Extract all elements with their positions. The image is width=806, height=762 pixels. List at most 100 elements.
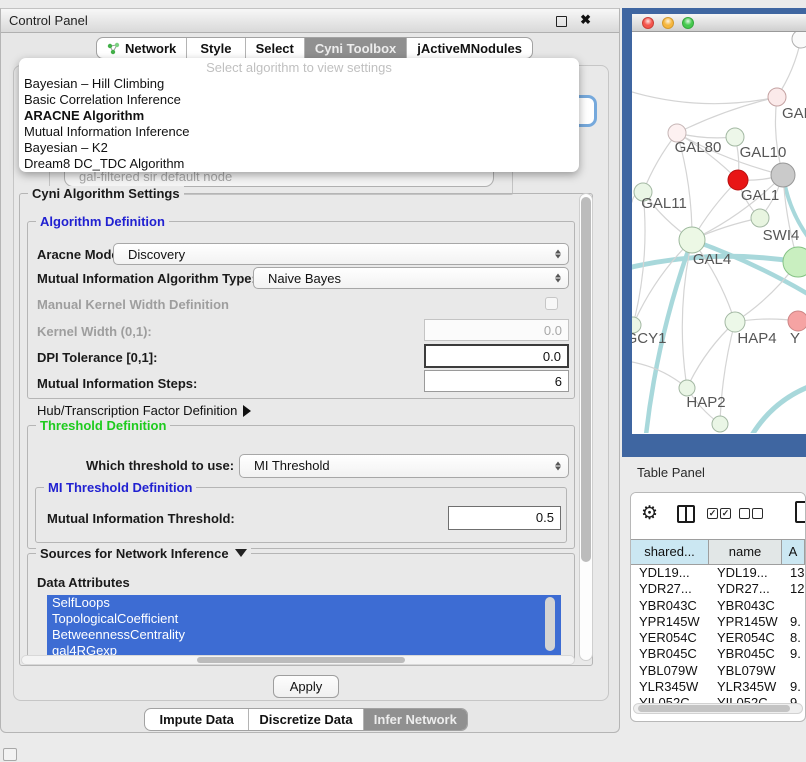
table-row[interactable]: YBL079WYBL079W xyxy=(631,663,805,679)
mi-steps-field[interactable]: 6 xyxy=(424,370,569,392)
aracne-mode-combo[interactable]: Discovery xyxy=(113,243,569,265)
network-node-hap4[interactable] xyxy=(725,312,745,332)
tab-style[interactable]: Style xyxy=(187,38,245,58)
table-horizontal-scrollbar[interactable] xyxy=(633,703,803,714)
attribute-item[interactable]: SelfLoops xyxy=(47,595,561,611)
minimized-panel-icon[interactable] xyxy=(3,748,17,761)
node-label: GCY1 xyxy=(632,330,666,347)
column-header[interactable]: name xyxy=(709,540,782,564)
table-cell: YBL079W xyxy=(709,663,782,679)
tab-impute-data[interactable]: Impute Data xyxy=(145,709,249,730)
unchecked-checkbox-icon[interactable] xyxy=(752,508,763,519)
algorithm-option[interactable]: ARACNE Algorithm xyxy=(19,108,579,124)
tab-infer-network[interactable]: Infer Network xyxy=(364,709,467,730)
settings-horizontal-scrollbar[interactable] xyxy=(21,655,575,665)
network-edge[interactable] xyxy=(632,92,777,104)
attribute-item[interactable]: TopologicalCoefficient xyxy=(47,611,561,627)
algorithm-definition-title: Algorithm Definition xyxy=(36,214,169,229)
float-window-icon[interactable] xyxy=(556,16,567,27)
attribute-item[interactable]: BetweennessCentrality xyxy=(47,627,561,643)
checked-checkbox-icon[interactable]: ✓ xyxy=(720,508,731,519)
attribute-list-scrollbar[interactable] xyxy=(545,597,555,651)
tab-label: Style xyxy=(200,41,231,56)
table-cell: YBR045C xyxy=(631,646,709,662)
algorithm-dropdown: Select algorithm to view settings Bayesi… xyxy=(19,58,579,172)
tab-label: Discretize Data xyxy=(259,712,352,727)
tab-network[interactable]: Network xyxy=(97,38,187,58)
control-panel-titlebar[interactable]: Control Panel ✖ xyxy=(1,9,619,33)
table-cell: 13 xyxy=(782,565,805,581)
table-panel-title: Table Panel xyxy=(637,465,705,480)
manual-kernel-checkbox[interactable] xyxy=(545,297,558,310)
table-row[interactable]: YLR345WYLR345W9. xyxy=(631,679,805,695)
tab-jactivemnodules[interactable]: jActiveMNodules xyxy=(407,38,532,58)
algorithm-dropdown-placeholder: Select algorithm to view settings xyxy=(19,58,579,76)
column-header[interactable]: A xyxy=(782,540,805,564)
network-window[interactable]: GALGAL80GAL10GAL1GAL11SWI4GAL4GCY1HAP4YH… xyxy=(632,14,806,434)
algorithm-option[interactable]: Dream8 DC_TDC Algorithm xyxy=(19,156,579,172)
network-node[interactable] xyxy=(771,163,795,187)
tab-label: Network xyxy=(125,41,176,56)
tab-select[interactable]: Select xyxy=(246,38,305,58)
algorithm-option[interactable]: Bayesian – Hill Climbing xyxy=(19,76,579,92)
apply-button[interactable]: Apply xyxy=(273,675,339,698)
expand-down-icon xyxy=(235,549,247,557)
algorithm-option[interactable]: Basic Correlation Inference xyxy=(19,92,579,108)
control-panel-window: Control Panel ✖ Network Style SelectCyni T… xyxy=(0,8,620,733)
unchecked-checkbox-icon[interactable] xyxy=(739,508,750,519)
tab-label: Infer Network xyxy=(374,712,457,727)
gear-icon[interactable]: ⚙ xyxy=(641,502,658,525)
node-label: HAP2 xyxy=(686,394,725,411)
which-threshold-value: MI Threshold xyxy=(254,458,330,473)
close-traffic-light-icon[interactable] xyxy=(642,17,654,29)
mi-threshold-field[interactable]: 0.5 xyxy=(448,506,561,530)
minimize-traffic-light-icon[interactable] xyxy=(662,17,674,29)
network-edge[interactable] xyxy=(643,133,677,192)
tab-discretize-data[interactable]: Discretize Data xyxy=(249,709,363,730)
tab-cyni-toolbox[interactable]: Cyni Toolbox xyxy=(305,38,407,58)
table-cell: YBL079W xyxy=(631,663,709,679)
split-columns-icon[interactable] xyxy=(677,505,695,523)
mi-threshold-title: MI Threshold Definition xyxy=(44,480,196,495)
table-row[interactable]: YDL19...YDL19...13 xyxy=(631,565,805,581)
network-node[interactable] xyxy=(712,416,728,432)
network-node-y[interactable] xyxy=(788,311,806,331)
data-attributes-list: SelfLoopsTopologicalCoefficientBetweenne… xyxy=(47,595,561,655)
dpi-tolerance-field[interactable]: 0.0 xyxy=(424,344,569,368)
which-threshold-combo[interactable]: MI Threshold xyxy=(239,454,569,478)
table-row[interactable]: YDR27...YDR27...12 xyxy=(631,581,805,597)
hub-definition-toggle[interactable]: Hub/Transcription Factor Definition xyxy=(37,403,251,418)
network-edge[interactable] xyxy=(752,387,806,433)
table-row[interactable]: YIL052CYIL052C9. xyxy=(631,695,805,703)
network-edge[interactable] xyxy=(632,362,687,388)
table-cell: YIL052C xyxy=(631,695,709,703)
algorithm-option[interactable]: Mutual Information Inference xyxy=(19,124,579,140)
network-node-gal[interactable] xyxy=(768,88,786,106)
table-row[interactable]: YPR145WYPR145W9. xyxy=(631,614,805,630)
table-cell: YDR27... xyxy=(709,581,782,597)
settings-vertical-scrollbar[interactable] xyxy=(579,193,593,661)
network-window-titlebar[interactable] xyxy=(632,14,806,32)
column-header[interactable]: shared... xyxy=(631,540,709,564)
zoom-traffic-light-icon[interactable] xyxy=(682,17,694,29)
sources-title[interactable]: Sources for Network Inference xyxy=(36,546,251,561)
close-icon[interactable]: ✖ xyxy=(580,12,591,28)
cyni-bottom-tab-bar: Impute Data Discretize Data Infer Network xyxy=(144,708,468,731)
algorithm-option[interactable]: Bayesian – K2 xyxy=(19,140,579,156)
network-node-swi4[interactable] xyxy=(751,209,769,227)
kernel-width-field[interactable]: 0.0 xyxy=(424,319,569,341)
table-row[interactable]: YBR045CYBR045C9. xyxy=(631,646,805,662)
attribute-item[interactable]: gal4RGexp xyxy=(47,643,561,655)
network-canvas[interactable]: GALGAL80GAL10GAL1GAL11SWI4GAL4GCY1HAP4YH… xyxy=(632,32,806,433)
network-node[interactable] xyxy=(792,32,806,48)
document-icon[interactable] xyxy=(795,501,806,523)
table-row[interactable]: YBR043CYBR043C xyxy=(631,598,805,614)
network-node-gal4[interactable] xyxy=(679,227,705,253)
table-row[interactable]: YER054CYER054C8. xyxy=(631,630,805,646)
checked-checkbox-icon[interactable]: ✓ xyxy=(707,508,718,519)
network-node[interactable] xyxy=(783,247,806,277)
threshold-definition-title: Threshold Definition xyxy=(36,418,170,433)
table-cell: YER054C xyxy=(631,630,709,646)
mi-type-combo[interactable]: Naive Bayes xyxy=(253,267,569,289)
table-cell: 9. xyxy=(782,679,805,695)
